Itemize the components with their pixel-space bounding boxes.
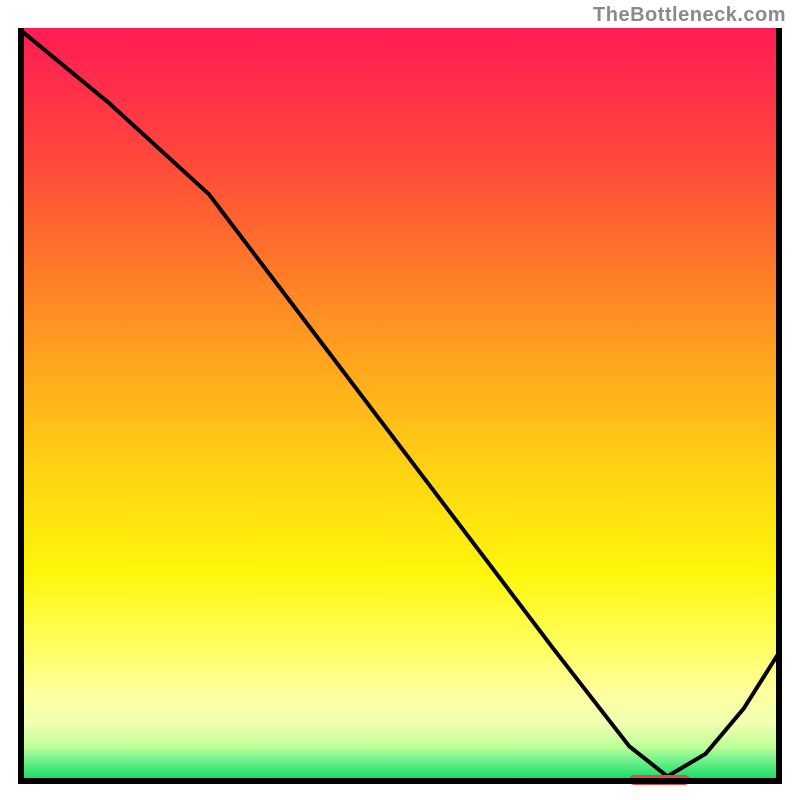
axis-right-border (776, 28, 782, 784)
axis-left-border (18, 28, 24, 784)
curve-line (18, 28, 782, 776)
axis-bottom-border (18, 778, 782, 784)
curve-svg (18, 28, 782, 784)
chart-container: TheBottleneck.com (0, 0, 800, 800)
watermark-text: TheBottleneck.com (593, 4, 786, 27)
plot-outer (18, 28, 782, 784)
